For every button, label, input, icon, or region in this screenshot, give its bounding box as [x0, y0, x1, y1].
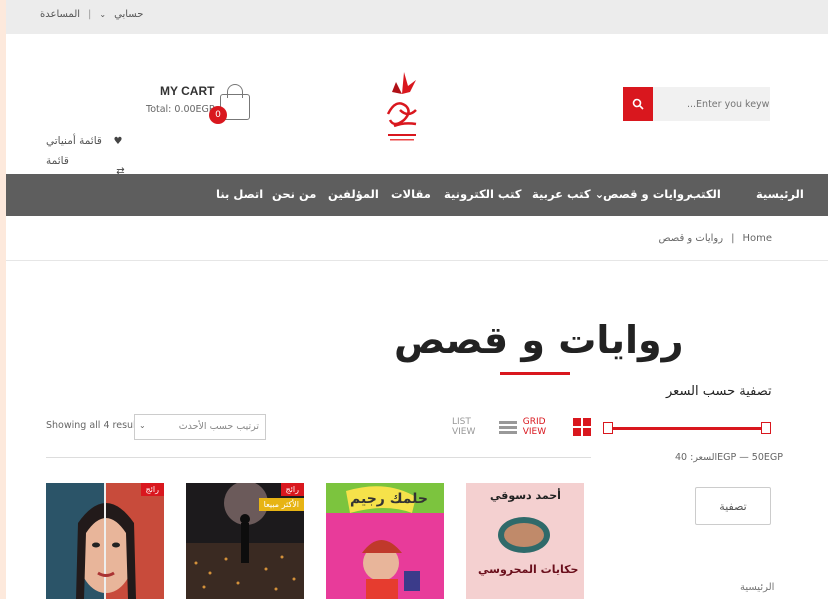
sort-selected-value: ترتيب حسب الأحدث: [178, 421, 259, 432]
cart-count-badge: 0: [209, 106, 227, 124]
nav-novels[interactable]: روايات و قصص: [603, 187, 691, 201]
results-count: Showing all 4 results: [46, 420, 145, 431]
product-card[interactable]: أحمد دسوقي حكايات المحروسي: [466, 483, 584, 599]
filter-button[interactable]: تصفية: [695, 487, 771, 525]
view-switcher: LIST VIEW GRID VIEW: [452, 414, 591, 440]
nav-authors[interactable]: المؤلفين: [328, 187, 379, 201]
nav-books[interactable]: الكتب: [689, 187, 721, 201]
price-slider-min-handle[interactable]: [603, 422, 613, 434]
wishlist-link[interactable]: قائمة أمنياتي: [46, 132, 102, 151]
help-link[interactable]: المساعدة: [40, 9, 80, 20]
nav-about[interactable]: من نحن: [272, 187, 316, 201]
main-nav: الرئيسية الكتب روايات و قصص كتب عربية ⌄ …: [6, 174, 828, 216]
book-cover: [46, 483, 164, 599]
cart-title: MY CART: [160, 84, 215, 98]
breadcrumb: Home | روايات و قصص: [6, 216, 828, 261]
product-card[interactable]: رائج الأكثر مبيعا: [186, 483, 304, 599]
shop-toolbar: Showing all 4 results ⌄ ترتيب حسب الأحدث…: [46, 414, 591, 458]
trending-badge: رائج: [280, 483, 304, 496]
page: المساعدة | ⌄ حسابي قائمة أمنياتي ♥ قائمة…: [6, 0, 828, 599]
book-cover-title: حكايات المحروسي: [478, 563, 579, 576]
nav-contact[interactable]: اتصل بنا: [216, 187, 263, 201]
list-view-label[interactable]: LIST VIEW: [452, 417, 493, 437]
grid-view-label[interactable]: GRID VIEW: [523, 417, 567, 437]
price-range-text: السعر: 40EGP — 50EGP: [675, 452, 783, 463]
nav-ebooks[interactable]: كتب الكترونية: [444, 187, 522, 201]
divider: |: [88, 9, 92, 20]
heart-icon[interactable]: ♥: [112, 132, 124, 151]
search-button[interactable]: [623, 87, 653, 121]
sidebar-home-link[interactable]: الرئيسية: [740, 582, 774, 593]
page-title: روايات و قصص: [394, 318, 684, 362]
search-bar: [623, 87, 770, 121]
search-input[interactable]: [653, 87, 770, 121]
topbar: المساعدة | ⌄ حسابي: [6, 0, 828, 34]
sort-select[interactable]: ⌄ ترتيب حسب الأحدث: [134, 414, 266, 440]
chevron-down-icon[interactable]: ⌄: [99, 10, 106, 19]
product-card[interactable]: حلمك رجيم: [326, 483, 444, 599]
list-view-icon[interactable]: [498, 420, 517, 434]
search-icon: [632, 98, 644, 110]
breadcrumb-current: روايات و قصص: [658, 233, 724, 244]
grid-view-icon[interactable]: [573, 418, 591, 436]
price-filter-title: تصفية حسب السعر: [666, 384, 772, 399]
divider: |: [731, 233, 735, 244]
cart-total: Total: 0.00EGP: [146, 104, 215, 115]
nav-articles[interactable]: مقالات: [391, 187, 431, 201]
bestseller-badge: الأكثر مبيعا: [258, 498, 304, 511]
account-link[interactable]: حسابي: [114, 9, 143, 20]
product-card[interactable]: رائج: [46, 483, 164, 599]
trending-badge: رائج: [140, 483, 164, 496]
price-slider-track: [609, 427, 769, 430]
book-cover-title: حلمك رجيم: [350, 491, 428, 507]
title-underline: [500, 372, 570, 375]
price-slider-max-handle[interactable]: [761, 422, 771, 434]
nav-home[interactable]: الرئيسية: [756, 187, 804, 201]
nav-arabic-books[interactable]: كتب عربية ⌄: [532, 187, 604, 201]
price-slider[interactable]: [603, 420, 773, 436]
book-cover-author: أحمد دسوقي: [490, 489, 561, 502]
site-logo[interactable]: [382, 70, 422, 150]
chevron-down-icon: ⌄: [139, 421, 146, 430]
breadcrumb-home[interactable]: Home: [742, 233, 772, 244]
